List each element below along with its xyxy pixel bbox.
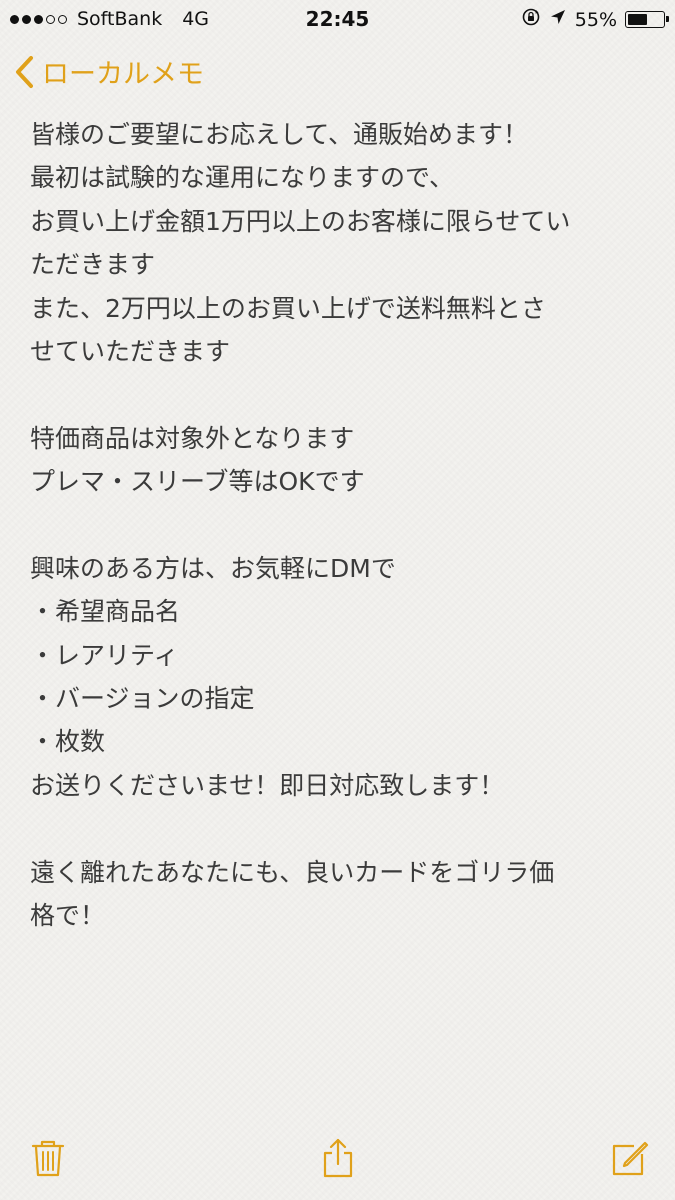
status-right: 55%	[521, 7, 669, 32]
note-line: 興味のある方は、お気軽にDMで	[30, 553, 396, 583]
compose-icon	[610, 1138, 650, 1182]
delete-button[interactable]	[26, 1138, 70, 1182]
battery-level	[628, 14, 647, 25]
note-line: 格で！	[30, 901, 106, 931]
note-line: 特価商品は対象外となります	[30, 423, 355, 453]
note-body[interactable]: 皆様のご要望にお応えして、通販始めます！ 最初は試験的な運用になりますので、お買い…	[30, 113, 645, 937]
rotation-lock-icon	[521, 7, 541, 32]
bottom-toolbar	[0, 1130, 675, 1200]
note-line: お買い上げ金額1万円以上のお客様に限らせてい	[30, 206, 571, 236]
note-line: ・希望商品名	[30, 597, 181, 627]
note-line: 皆様のご要望にお応えして、通販始めます！	[30, 120, 529, 149]
compose-button[interactable]	[608, 1138, 652, 1182]
note-line: ・枚数	[30, 727, 106, 757]
status-bar: SoftBank 4G 22:45 55%	[0, 0, 675, 38]
note-line: 遠く離れたあなたにも、良いカードをゴリラ価	[30, 857, 555, 887]
note-line: せていただきます	[30, 336, 231, 366]
note-line: ・レアリティ	[30, 640, 179, 670]
note-line: プレマ・スリーブ等はOKです	[30, 467, 365, 497]
note-line: お送りくださいませ！即日対応致します！	[30, 770, 505, 800]
note-line: また、2万円以上のお買い上げで送料無料とさ	[30, 293, 546, 323]
battery-percent: 55%	[574, 8, 617, 31]
note-line: ・バージョンの指定	[30, 684, 255, 714]
location-arrow-icon	[549, 8, 567, 31]
share-button[interactable]	[316, 1138, 360, 1182]
share-icon	[321, 1137, 355, 1183]
note-blank-line	[30, 373, 645, 416]
note-line: ただきます	[30, 250, 156, 280]
chevron-left-icon	[14, 55, 34, 89]
note-blank-line	[30, 807, 645, 850]
trash-icon	[30, 1138, 66, 1182]
back-label: ローカルメモ	[42, 59, 204, 90]
note-blank-line	[30, 504, 645, 547]
note-line: 最初は試験的な運用になりますので、	[30, 163, 455, 193]
battery-icon	[625, 11, 669, 28]
back-button[interactable]: ローカルメモ	[14, 52, 204, 91]
